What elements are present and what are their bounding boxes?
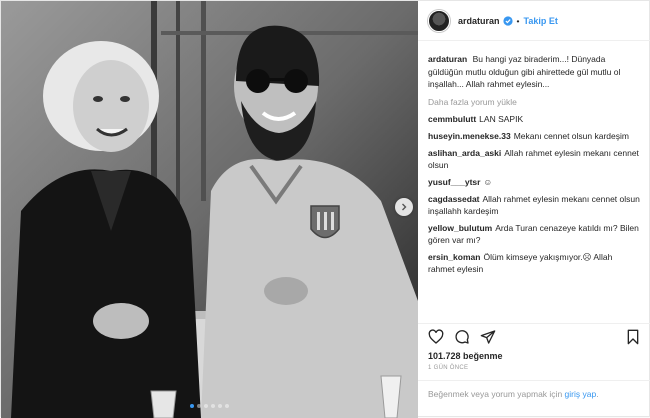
comment-text: Mekanı cennet olsun kardeşim	[513, 130, 629, 141]
comment-text: ☺	[483, 176, 493, 187]
action-bar	[418, 323, 650, 349]
load-more-comments-button[interactable]: Daha fazla yorum yükle	[428, 97, 640, 107]
bookmark-icon	[627, 329, 639, 344]
login-link[interactable]: giriş yap	[565, 389, 597, 399]
caption: ardaturan Bu hangi yaz biraderim...! Dün…	[428, 53, 640, 91]
carousel-dot	[204, 404, 208, 408]
comments-list: ardaturan Bu hangi yaz biraderim...! Dün…	[428, 53, 640, 321]
carousel-dot	[197, 404, 201, 408]
comment-username[interactable]: cemmbulutt	[428, 114, 476, 124]
comment-item: aslihan_arda_aski Allah rahmet eylesin me…	[428, 147, 640, 171]
comment-username[interactable]: huseyin.menekse.33	[428, 131, 511, 141]
photo-illustration	[1, 1, 418, 418]
comment-item: ersin_koman Ölüm kimseye yakışmıyor.☹ All…	[428, 251, 640, 275]
post-sidebar: ardaturan • Takip Et ardaturan Bu hangi …	[418, 1, 650, 418]
carousel-dot	[211, 404, 215, 408]
comment-item: yellow_bulutum Arda Turan cenazeye katıld…	[428, 222, 640, 246]
chevron-right-icon	[402, 203, 407, 211]
post-photo[interactable]	[1, 1, 418, 418]
comment-username[interactable]: ersin_koman	[428, 252, 480, 262]
login-prompt: Beğenmek veya yorum yapmak için giriş ya…	[418, 380, 650, 400]
heart-icon	[428, 328, 444, 344]
comment-item: huseyin.menekse.33 Mekanı cennet olsun ka…	[428, 130, 640, 142]
carousel-dot	[218, 404, 222, 408]
comment-items: cemmbulutt LAN SAPIK huseyin.menekse.33 Mek…	[428, 113, 640, 275]
comment-username[interactable]: yusuf___ytsr	[428, 177, 480, 187]
post-header: ardaturan • Takip Et	[418, 1, 650, 41]
comment-item: cemmbulutt LAN SAPIK	[428, 113, 640, 125]
carousel-next-button[interactable]	[395, 198, 413, 216]
login-prompt-text: Beğenmek veya yorum yapmak için	[428, 389, 563, 399]
share-icon	[480, 329, 496, 344]
caption-username[interactable]: ardaturan	[428, 54, 467, 64]
comment-item: yusuf___ytsr ☺	[428, 176, 640, 188]
comment-username[interactable]: aslihan_arda_aski	[428, 148, 501, 158]
post-container: ardaturan • Takip Et ardaturan Bu hangi …	[0, 0, 650, 418]
follow-button[interactable]: Takip Et	[524, 16, 558, 26]
carousel-dot	[190, 404, 194, 408]
login-prompt-end: .	[596, 389, 599, 399]
avatar[interactable]	[428, 9, 450, 32]
carousel-indicator	[1, 404, 418, 408]
header-separator: •	[516, 15, 520, 26]
comment-username[interactable]: cagdassedat	[428, 194, 480, 204]
verified-badge-icon	[502, 15, 513, 26]
comment-item: cagdassedat Allah rahmet eylesin mekanı c…	[428, 193, 640, 217]
share-button[interactable]	[480, 329, 496, 345]
likes-count[interactable]: 101.728 beğenme	[428, 351, 503, 361]
comment-username[interactable]: yellow_bulutum	[428, 223, 492, 233]
comment-button[interactable]	[454, 329, 470, 345]
header-username[interactable]: ardaturan	[458, 16, 500, 26]
carousel-dot	[225, 404, 229, 408]
post-timestamp: 1 GÜN ÖNCE	[428, 365, 469, 371]
comment-icon	[455, 329, 469, 344]
save-button[interactable]	[626, 329, 640, 345]
comment-text: LAN SAPIK	[479, 113, 524, 124]
like-button[interactable]	[428, 328, 444, 345]
